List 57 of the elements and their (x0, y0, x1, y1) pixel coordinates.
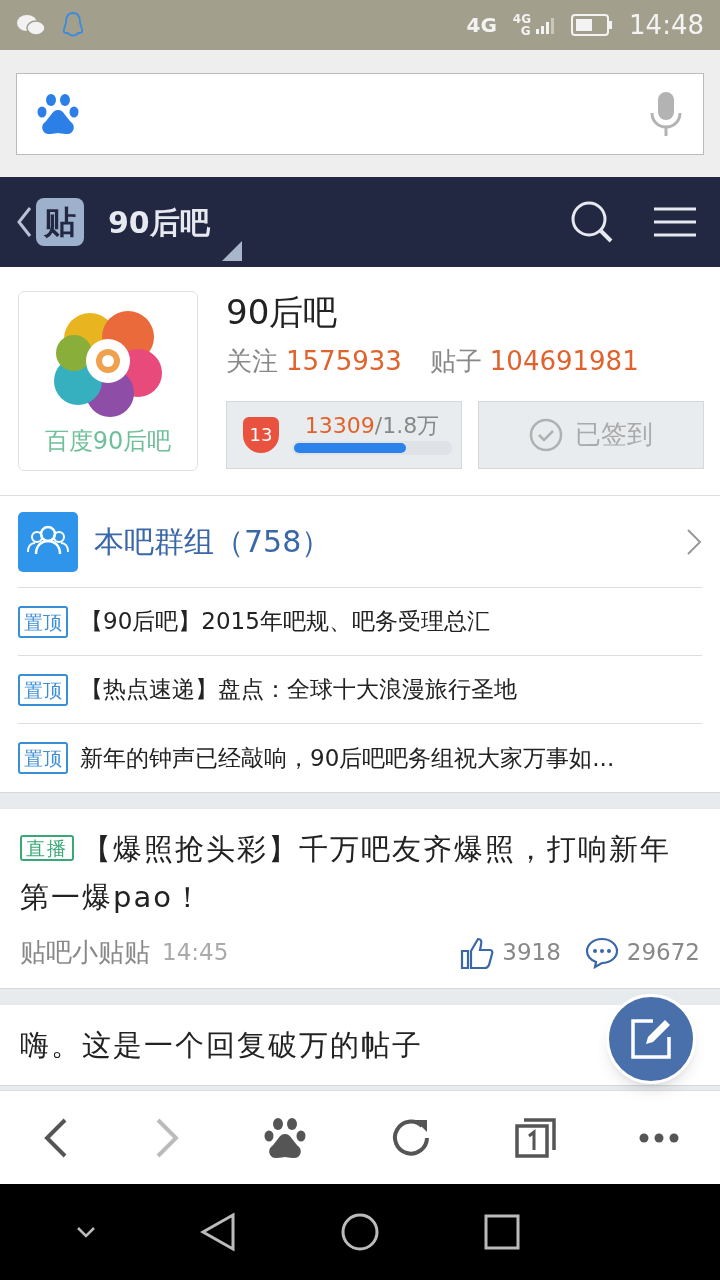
tabs-icon[interactable] (513, 1115, 558, 1160)
network-label: 4G (466, 15, 497, 35)
more-icon[interactable] (639, 1132, 680, 1143)
back-triangle-icon[interactable] (200, 1212, 236, 1252)
thumbs-up-icon[interactable] (460, 935, 495, 970)
network-label: G (520, 25, 532, 37)
chat-icon (16, 13, 46, 37)
pinned-post-row[interactable]: 置顶 【90后吧】2015年吧规、吧务受理总汇 (18, 588, 702, 656)
author-name: 贴吧小贴贴 (20, 936, 150, 969)
posts-count: 104691981 (489, 344, 639, 378)
recents-square-icon[interactable] (484, 1214, 520, 1250)
forum-name: 90后吧 (226, 291, 339, 334)
comment-count: 29672 (626, 938, 700, 968)
post-title: $^{直播}$ 【爆照抢头彩】千万吧友齐爆照，打响新年第一爆pao！ (20, 831, 672, 916)
back-icon[interactable] (16, 206, 32, 238)
group-title: 本吧群组（758） (94, 523, 333, 561)
exp-value: 13309 (304, 412, 375, 438)
avatar-caption: 百度90后吧 (44, 426, 172, 457)
post-title: 【热点速递】盘点：全球十大浪漫旅行圣地 (80, 675, 517, 705)
home-circle-icon[interactable] (340, 1212, 380, 1252)
live-tag: 直播 (20, 835, 74, 861)
posts-label: 贴子 (429, 344, 482, 378)
search-icon[interactable] (570, 200, 614, 244)
forum-logo: 贴 (36, 198, 84, 246)
pinned-tag: 置顶 (18, 742, 68, 774)
paw-icon[interactable] (263, 1115, 308, 1160)
post-title: 【90后吧】2015年吧规、吧务受理总汇 (80, 607, 490, 637)
post-card[interactable]: $^{直播}$ 【爆照抢头彩】千万吧友齐爆照，打响新年第一爆pao！ 贴吧小贴贴 14:45 3918 29672 (0, 809, 720, 989)
paw-icon (37, 91, 79, 136)
forum-title-dropdown[interactable]: 90后吧 (108, 199, 242, 245)
dropdown-icon (221, 240, 242, 261)
level-panel[interactable]: 13 13309/1.8万 (226, 400, 462, 469)
edit-icon (629, 1017, 673, 1061)
chevron-right-icon (686, 527, 702, 556)
pinned-tag: 置顶 (18, 673, 68, 706)
pinned-post-row[interactable]: 置顶 【热点速递】盘点：全球十大浪漫旅行圣地 (18, 656, 702, 724)
follow-label: 关注 (226, 344, 278, 378)
post-title: 新年的钟声已经敲响，90后吧吧务组祝大家万事如... (80, 743, 615, 773)
pinned-tag: 置顶 (18, 605, 68, 638)
signal-icon (535, 15, 556, 35)
group-row[interactable]: 本吧群组（758） (18, 496, 702, 588)
chevron-down-icon[interactable] (76, 1226, 96, 1238)
exp-total: /1.8万 (374, 412, 440, 438)
clock-time: 14:48 (629, 8, 704, 42)
comment-icon[interactable] (584, 936, 619, 969)
level-badge: 13 (243, 416, 279, 453)
follow-count: 1575933 (286, 344, 402, 378)
menu-icon[interactable] (654, 207, 696, 237)
battery-icon (571, 13, 614, 37)
post-card[interactable]: 嗨。这是一个回复破万的帖子 (0, 1005, 720, 1086)
people-icon (18, 511, 78, 572)
pinned-post-row[interactable]: 置顶 新年的钟声已经敲响，90后吧吧务组祝大家万事如... (18, 724, 702, 792)
post-title: 嗨。这是一个回复破万的帖子 (20, 1027, 423, 1064)
check-circle-icon (529, 417, 563, 452)
post-time: 14:45 (162, 938, 229, 968)
network-label: 4G (512, 13, 532, 25)
like-count: 3918 (502, 938, 561, 968)
